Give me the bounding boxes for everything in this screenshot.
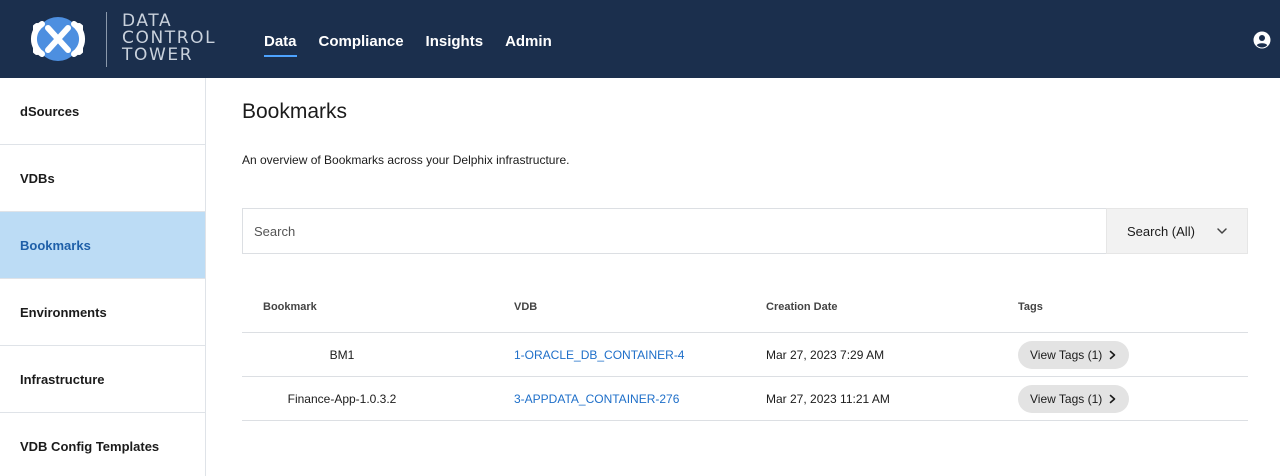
nav-admin[interactable]: Admin	[505, 33, 552, 57]
nav-data[interactable]: Data	[264, 33, 297, 57]
nav-insights[interactable]: Insights	[426, 33, 484, 57]
sidebar-item-label: VDB Config Templates	[20, 438, 160, 454]
sidebar-item-dsources[interactable]: dSources	[0, 78, 205, 145]
delphix-logo-icon[interactable]	[16, 16, 100, 62]
nav-compliance[interactable]: Compliance	[319, 33, 404, 57]
sidebar-item-bookmarks[interactable]: Bookmarks	[0, 212, 205, 279]
chevron-right-icon	[1109, 350, 1116, 359]
bookmark-name: Finance-App-1.0.3.2	[287, 391, 397, 406]
page-description: An overview of Bookmarks across your Del…	[242, 153, 570, 167]
sidebar-item-vdbs[interactable]: VDBs	[0, 145, 205, 212]
sidebar-item-environments[interactable]: Environments	[0, 279, 205, 346]
table-row: BM1 1-ORACLE_DB_CONTAINER-4 Mar 27, 2023…	[242, 333, 1248, 377]
search-scope-select[interactable]: Search (All)	[1106, 208, 1248, 254]
creation-date: Mar 27, 2023 7:29 AM	[766, 347, 885, 362]
sidebar-item-label: VDBs	[20, 170, 55, 186]
main-nav: Data Compliance Insights Admin	[264, 33, 574, 57]
logo-divider	[106, 12, 107, 67]
column-header-tags: Tags	[1018, 301, 1043, 313]
column-header-vdb[interactable]: VDB	[514, 288, 537, 332]
sidebar-item-label: Bookmarks	[20, 237, 91, 253]
sidebar-item-infrastructure[interactable]: Infrastructure	[0, 346, 205, 413]
column-header-creation-date[interactable]: Creation Date	[766, 288, 838, 332]
sidebar-item-vdb-config-templates[interactable]: VDB Config Templates	[0, 413, 205, 476]
user-circle-icon[interactable]	[1253, 31, 1271, 49]
chevron-right-icon	[1109, 394, 1116, 403]
table-row: Finance-App-1.0.3.2 3-APPDATA_CONTAINER-…	[242, 377, 1248, 421]
page-title: Bookmarks	[242, 100, 348, 123]
chevron-down-icon	[1217, 228, 1227, 234]
view-tags-button[interactable]: View Tags (1)	[1018, 340, 1130, 369]
tags-cell: View Tags (1)	[1018, 333, 1130, 376]
view-tags-button[interactable]: View Tags (1)	[1018, 384, 1130, 413]
search-field	[242, 208, 1106, 254]
product-name: DATA CONTROL TOWER	[122, 13, 216, 64]
top-bar: DATA CONTROL TOWER Data Compliance Insig…	[0, 0, 1280, 78]
product-name-line-3: TOWER	[122, 45, 194, 65]
table-header: Bookmark VDB Creation Date Tags	[242, 288, 1248, 333]
view-tags-label: View Tags (1)	[1030, 391, 1103, 406]
vdb-link[interactable]: 3-APPDATA_CONTAINER-276	[514, 377, 679, 420]
vdb-link[interactable]: 1-ORACLE_DB_CONTAINER-4	[514, 333, 684, 376]
column-header-bookmark[interactable]: Bookmark	[263, 288, 317, 332]
sidebar-item-label: dSources	[20, 103, 80, 119]
tags-cell: View Tags (1)	[1018, 377, 1130, 420]
sidebar-item-label: Infrastructure	[20, 371, 105, 387]
bookmark-name: BM1	[329, 347, 355, 362]
creation-date: Mar 27, 2023 11:21 AM	[766, 391, 890, 406]
search-input[interactable]	[243, 209, 1106, 253]
view-tags-label: View Tags (1)	[1030, 347, 1103, 362]
bookmarks-table: Bookmark VDB Creation Date Tags BM1 1-OR…	[242, 288, 1248, 421]
sidebar: dSources VDBs Bookmarks Environments Inf…	[0, 78, 206, 476]
sidebar-item-label: Environments	[20, 304, 107, 320]
search-scope-label: Search (All)	[1127, 223, 1195, 239]
